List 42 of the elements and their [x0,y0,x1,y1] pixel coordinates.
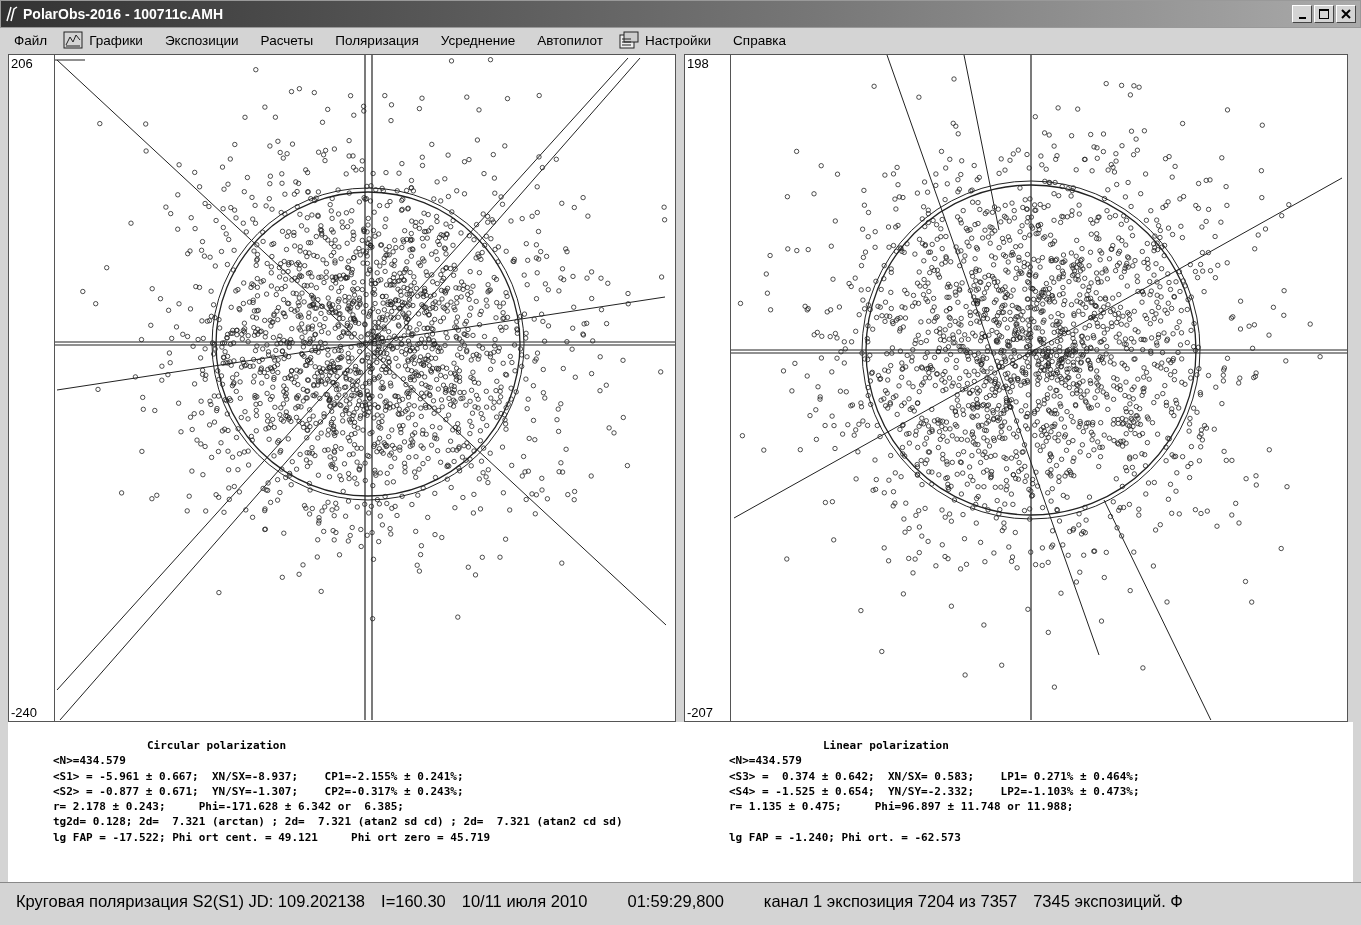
stats-line: r= 1.135 ± 0.475; Phi=96.897 ± 11.748 or 11.988; [729,799,1074,815]
menu-item[interactable]: Расчеты [254,32,320,48]
axis-min-label: -240 [11,705,39,720]
section-title: Linear polarization [823,738,949,754]
menu-item[interactable]: Усреднение [434,32,522,48]
stats-line: <N>=434.579 [729,753,802,769]
status-text: канал 1 экспозиция 7204 из 7357 [762,891,1019,911]
section-title: Circular polarization [147,738,287,754]
app-icon [5,6,19,22]
stats-line: r= 2.178 ± 0.243; Phi=-171.628 ± 6.342 or 6.385; [53,799,404,815]
status-text: 10/11 июля 2010 [460,891,589,911]
axis-min-label: -207 [687,705,715,720]
menu-item[interactable]: Экспозиции [158,32,245,48]
menu-item[interactable]: Поляризация [329,32,425,48]
settings-icon [618,31,639,49]
close-button[interactable] [1336,5,1356,23]
stats-line: <S2> = -0.877 ± 0.671; YN/SY=-1.307; CP2=-0.317% ± 0.243%; [53,783,464,800]
stats-line: lg FAP = -17.522; Phi ort cent. = 49.121 Phi ort zero = 45.719 [53,829,491,846]
axis-max-label: 198 [687,56,710,71]
close-icon [1341,9,1351,19]
menu-item[interactable]: Файл [8,32,54,48]
status-text: 7345 экспозиций. Ф [1032,891,1184,911]
menu-item[interactable]: Настройки [638,32,718,48]
status-text: 01:59:29,800 [626,891,725,911]
stats-line: <S3> = 0.374 ± 0.642; XN/SX= 0.583; LP1= 0.271% ± 0.464%; [729,768,1140,784]
stats-line: lg FAP = -1.240; Phi ort. = -62.573 [729,829,961,846]
chart-icon [63,31,84,49]
maximize-icon [1319,9,1329,19]
axis-max-label: 206 [11,56,34,71]
stats-line: <S4> = -1.525 ± 0.654; YN/SY=-2.332; LP2=-1.103% ± 0.473%; [729,783,1140,800]
maximize-button[interactable] [1314,5,1334,23]
stats-line: tg2d= 0.128; 2d= 7.321 (arctan) ; 2d= 7.321 (atan2 sd cd) ; 2d= 7.321 (atan2 cd sd) [53,814,623,830]
window-title: PolarObs-2016 - 100711c.AMH [23,6,224,22]
stats-line: <N>=434.579 [53,753,126,769]
menu-item[interactable]: Справка [727,32,793,48]
menu-item[interactable]: Автопилот [531,32,609,48]
stats-line: <S1> = -5.961 ± 0.667; XN/SX=-8.937; CP1=-2.155% ± 0.241%; [53,768,464,784]
menu-item[interactable]: Графики [83,32,149,48]
status-text: Круговая поляризация S2(S1) JD: 109.202138 [15,891,367,911]
minimize-icon [1298,16,1306,19]
minimize-button[interactable] [1292,5,1312,23]
status-text: I=160.30 [380,891,447,911]
